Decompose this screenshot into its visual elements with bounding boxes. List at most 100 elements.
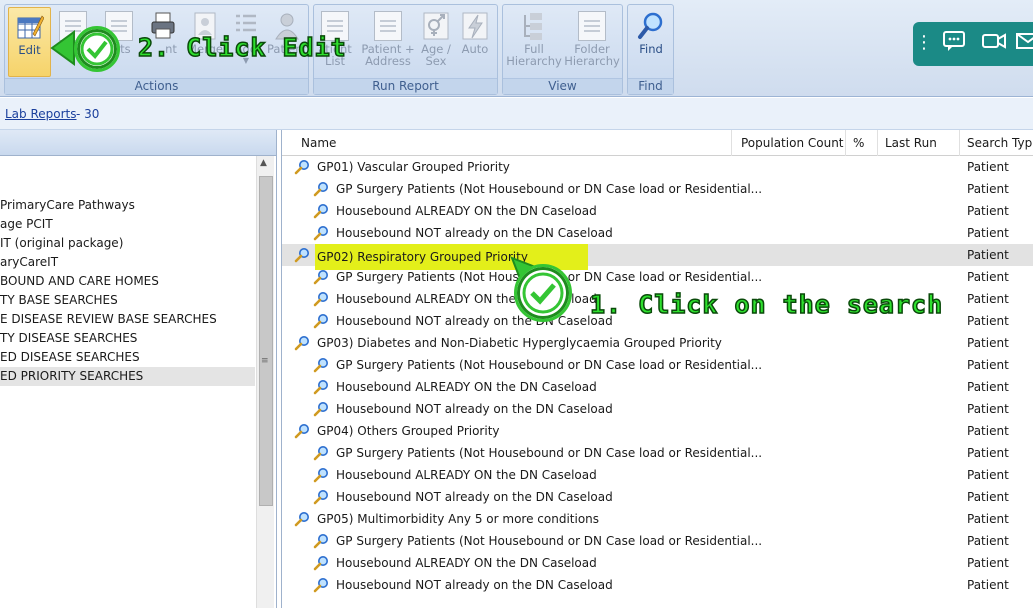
search-type: Patient [967,556,1009,570]
actions-group-label: Actions [5,78,308,94]
search-check-badge [514,264,572,322]
search-row[interactable]: Housebound ALREADY ON the DN Caseload Pat… [282,376,1033,398]
search-name: GP Surgery Patients (Not Housebound or D… [336,358,763,372]
search-magnifier-icon [313,577,329,593]
search-row[interactable]: GP Surgery Patients (Not Housebound or D… [282,266,1033,288]
search-row[interactable]: GP Surgery Patients (Not Housebound or D… [282,178,1033,200]
breadcrumb-lab-reports-link[interactable]: Lab Reports [5,107,77,121]
tree-item[interactable]: E DISEASE REVIEW BASE SEARCHES [0,310,255,329]
edit-callout-text: 2. Click Edit [137,32,347,63]
gender-icon [423,12,449,40]
search-type: Patient [967,314,1009,328]
mail-icon[interactable] [1015,30,1033,56]
patient-address-label-2: Address [365,54,411,68]
scroll-up-arrow-icon[interactable]: ▲ [260,158,267,168]
search-row[interactable]: Housebound ALREADY ON the DN Caseload Pat… [282,464,1033,486]
magnifier-icon [638,12,663,39]
search-row[interactable]: Housebound NOT already on the DN Caseloa… [282,398,1033,420]
search-magnifier-icon [313,379,329,395]
tree-item[interactable]: TY BASE SEARCHES [0,291,255,310]
search-type: Patient [967,402,1009,416]
search-magnifier-icon [313,401,329,417]
search-magnifier-icon [313,313,329,329]
view-group: Full Hierarchy Folder Hierarchy View [502,4,623,95]
search-type: Patient [967,578,1009,592]
folder-tree-header [0,130,276,156]
search-magnifier-icon [313,445,329,461]
search-name: Housebound NOT already on the DN Caseloa… [336,226,613,240]
search-name: Housebound ALREADY ON the DN Caseload [336,204,597,218]
tree-item[interactable]: BOUND AND CARE HOMES [0,272,255,291]
search-group-row[interactable]: GP03) Diabetes and Non-Diabetic Hypergly… [282,332,1033,354]
folder-hierarchy-button[interactable]: Folder Hierarchy [563,7,621,77]
search-row[interactable]: Housebound ALREADY ON the DN Caseload Pat… [282,200,1033,222]
search-magnifier-icon [294,511,310,527]
search-group-row[interactable]: GP01) Vascular Grouped Priority Patient [282,156,1033,178]
search-row[interactable]: Housebound NOT already on the DN Caseloa… [282,486,1033,508]
column-header-percent[interactable]: % [846,130,878,156]
search-type: Patient [967,248,1009,262]
search-name: Housebound NOT already on the DN Caseloa… [336,402,613,416]
search-name: GP05) Multimorbidity Any 5 or more condi… [317,512,600,526]
age-sex-label-2: Sex [425,54,447,68]
search-row[interactable]: GP Surgery Patients (Not Housebound or D… [282,530,1033,552]
tree-scrollbar[interactable]: ▲ ≡ [256,156,274,608]
edit-check-badge [74,26,120,72]
more-options-icon[interactable]: ⋮ [913,30,935,56]
search-name: GP Surgery Patients (Not Housebound or D… [336,534,763,548]
auto-label: Auto [461,42,489,56]
edit-button-label: Edit [18,43,41,57]
tree-item[interactable]: aryCareIT [0,253,255,272]
find-button[interactable]: Find [630,7,672,77]
tree-item[interactable]: TY DISEASE SEARCHES [0,329,255,348]
search-type: Patient [967,358,1009,372]
search-type: Patient [967,534,1009,548]
search-row[interactable]: GP Surgery Patients (Not Housebound or D… [282,354,1033,376]
column-header-search-type[interactable]: Search Typ [960,130,1033,156]
video-call-icon[interactable] [979,30,1009,56]
tree-item[interactable]: PrimaryCare Pathways [0,196,255,215]
column-header-name[interactable]: Name [294,130,732,156]
search-name: Housebound NOT already on the DN Caseloa… [336,578,613,592]
search-name: GP01) Vascular Grouped Priority [317,160,510,174]
tree-item[interactable]: age PCIT [0,215,255,234]
search-name: Housebound NOT already on the DN Caseloa… [336,490,613,504]
full-hierarchy-button[interactable]: Full Hierarchy [505,7,563,77]
age-sex-button[interactable]: Age / Sex [418,7,454,77]
search-magnifier-icon [294,423,310,439]
tree-item[interactable]: ED DISEASE SEARCHES [0,348,255,367]
edit-button[interactable]: Edit [8,7,51,77]
search-magnifier-icon [313,467,329,483]
search-group-row[interactable]: GP02) Respiratory Grouped Priority Patien… [282,244,1033,270]
auto-button[interactable]: Auto [456,7,494,77]
folder-tree-pane: PrimaryCare Pathways age PCIT IT (origin… [0,130,277,608]
search-row[interactable]: Housebound NOT already on the DN Caseloa… [282,222,1033,244]
search-name: Housebound ALREADY ON the DN Caseload [336,556,597,570]
tree-item-selected[interactable]: ED PRIORITY SEARCHES [0,367,255,386]
find-group-label: Find [628,78,673,94]
search-type: Patient [967,468,1009,482]
search-row[interactable]: Housebound NOT already on the DN Caseloa… [282,574,1033,596]
search-name: Housebound ALREADY ON the DN Caseload [336,380,597,394]
search-magnifier-icon [313,203,329,219]
search-type: Patient [967,424,1009,438]
column-header-last-run[interactable]: Last Run [878,130,960,156]
search-type: Patient [967,512,1009,526]
search-group-row[interactable]: GP05) Multimorbidity Any 5 or more condi… [282,508,1033,530]
column-header-population-count[interactable]: Population Count [734,130,846,156]
search-magnifier-icon [313,357,329,373]
patient-address-button[interactable]: Patient + Address [360,7,416,77]
folder-hierarchy-icon [578,11,606,41]
search-row[interactable]: GP Surgery Patients (Not Housebound or D… [282,442,1033,464]
view-group-label: View [503,78,622,94]
search-magnifier-icon [313,225,329,241]
search-name: GP Surgery Patients (Not Housebound or D… [336,446,763,460]
search-magnifier-icon [313,291,329,307]
search-name: Housebound ALREADY ON the DN Caseload [336,468,597,482]
edit-grid-icon [17,15,44,39]
search-group-row[interactable]: GP04) Others Grouped Priority Patient [282,420,1033,442]
scrollbar-thumb[interactable] [259,176,273,506]
search-row[interactable]: Housebound ALREADY ON the DN Caseload Pat… [282,552,1033,574]
chat-icon[interactable] [939,30,969,56]
tree-item[interactable]: IT (original package) [0,234,255,253]
